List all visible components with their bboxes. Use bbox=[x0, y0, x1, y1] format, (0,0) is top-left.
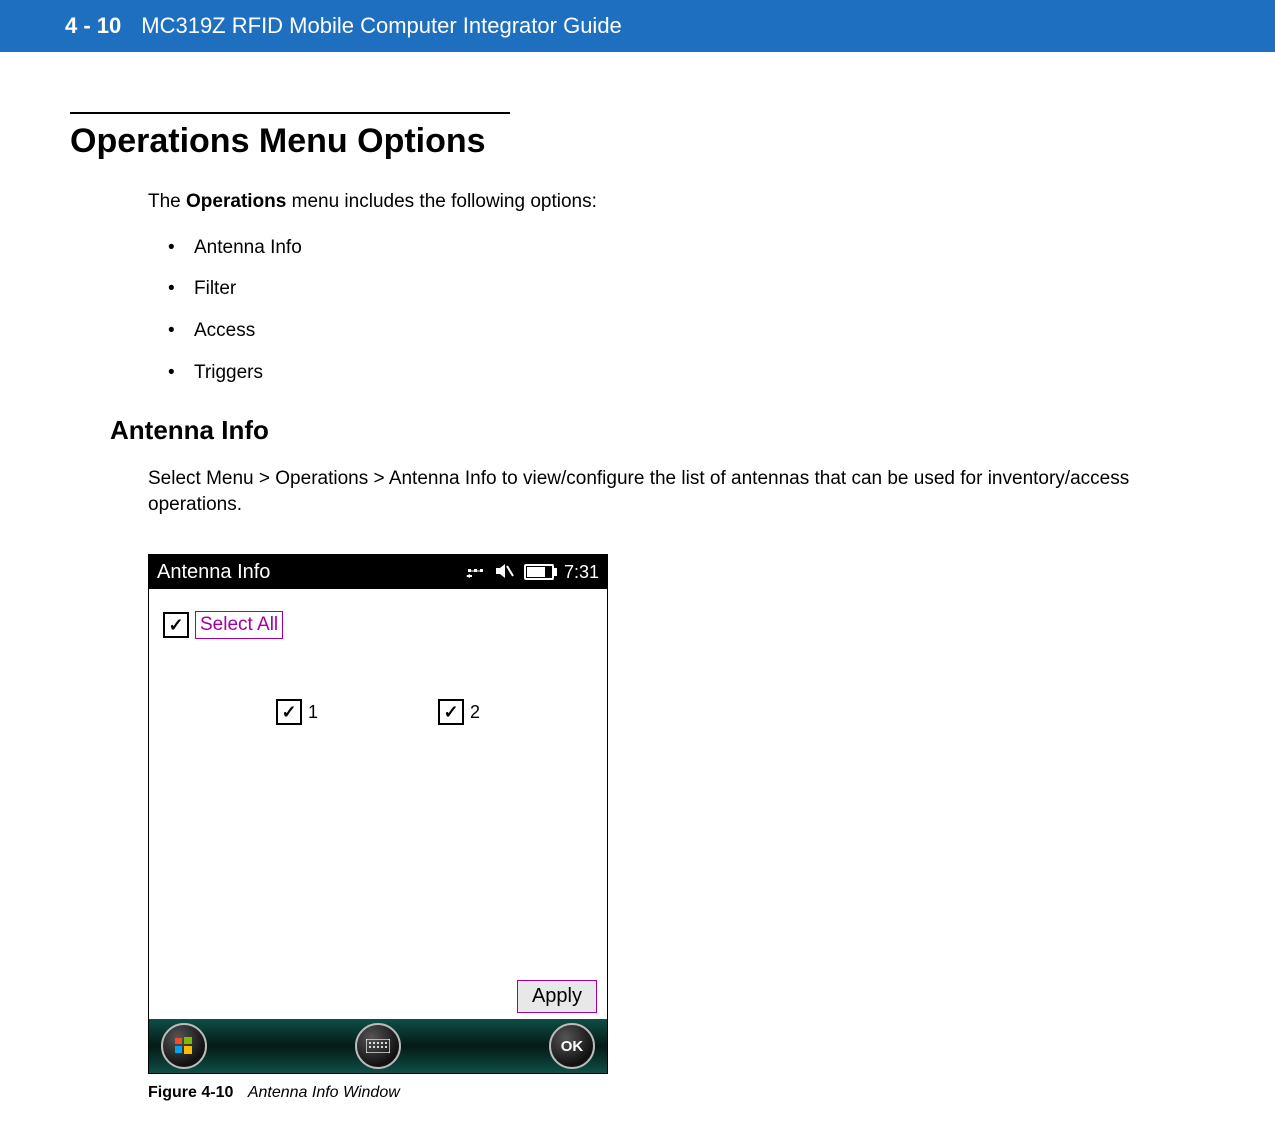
select-all-checkbox[interactable]: ✓ bbox=[163, 612, 189, 638]
options-list: Antenna Info Filter Access Triggers bbox=[168, 235, 1205, 386]
list-item: Antenna Info bbox=[168, 235, 1205, 261]
device-screenshot: Antenna Info bbox=[148, 554, 608, 1074]
subsection-heading: Antenna Info bbox=[110, 415, 1205, 446]
antenna-1-label: 1 bbox=[308, 702, 318, 723]
device-softkey-bar: OK bbox=[149, 1019, 607, 1073]
volume-icon bbox=[496, 563, 514, 582]
list-item: Filter bbox=[168, 276, 1205, 302]
ok-button[interactable]: OK bbox=[549, 1023, 595, 1069]
figure-title: Antenna Info Window bbox=[248, 1084, 400, 1101]
keyboard-button[interactable] bbox=[355, 1023, 401, 1069]
antenna-2-label: 2 bbox=[470, 702, 480, 723]
select-all-label[interactable]: Select All bbox=[195, 611, 283, 639]
antenna-2[interactable]: ✓ 2 bbox=[438, 699, 480, 725]
section-heading: Operations Menu Options bbox=[70, 122, 1205, 161]
antenna-1-checkbox[interactable]: ✓ bbox=[276, 699, 302, 725]
antenna-2-checkbox[interactable]: ✓ bbox=[438, 699, 464, 725]
figure-label: Figure 4-10 bbox=[148, 1084, 233, 1101]
battery-icon bbox=[524, 564, 554, 580]
list-item: Triggers bbox=[168, 360, 1205, 386]
antenna-1[interactable]: ✓ 1 bbox=[276, 699, 318, 725]
section-rule bbox=[70, 112, 510, 114]
start-button[interactable] bbox=[161, 1023, 207, 1069]
window-title: Antenna Info bbox=[157, 561, 270, 584]
subsection-text: Select Menu > Operations > Antenna Info … bbox=[148, 466, 1205, 517]
document-header: 4 - 10 MC319Z RFID Mobile Computer Integ… bbox=[0, 0, 1275, 52]
device-titlebar: Antenna Info bbox=[149, 555, 607, 589]
clock: 7:31 bbox=[564, 563, 599, 581]
section-intro: The Operations menu includes the followi… bbox=[148, 189, 1205, 215]
apply-button[interactable]: Apply bbox=[517, 980, 597, 1013]
page-number: 4 - 10 bbox=[65, 13, 121, 39]
figure-caption: Figure 4-10 Antenna Info Window bbox=[148, 1084, 1205, 1102]
document-title: MC319Z RFID Mobile Computer Integrator G… bbox=[141, 13, 622, 39]
network-icon bbox=[466, 563, 486, 582]
list-item: Access bbox=[168, 318, 1205, 344]
